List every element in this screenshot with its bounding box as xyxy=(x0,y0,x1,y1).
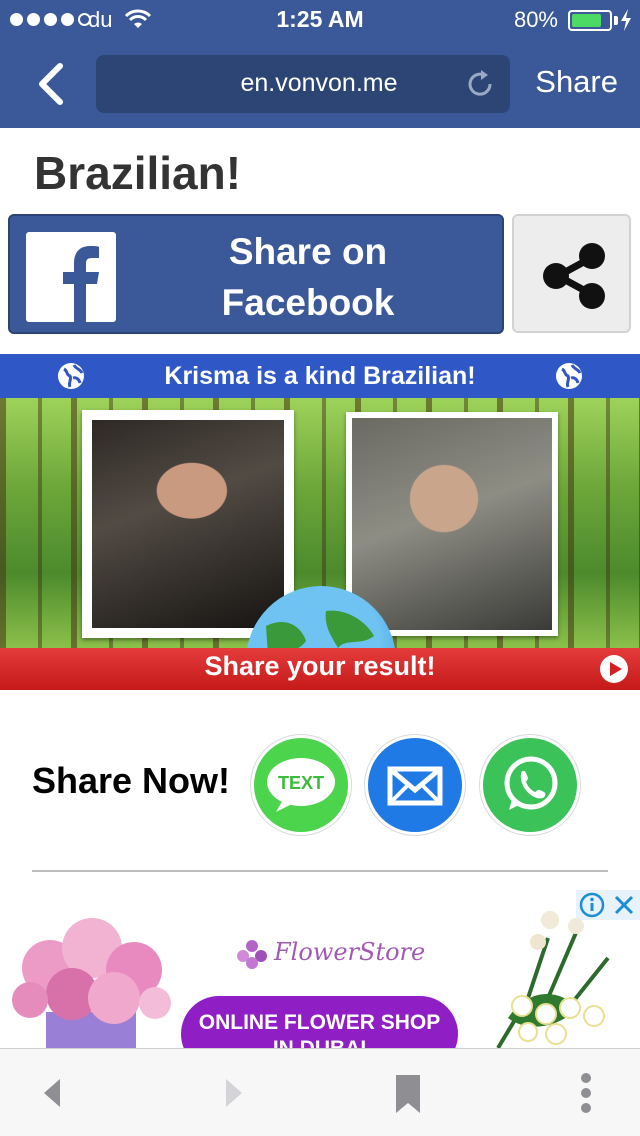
page-title: Brazilian! xyxy=(34,147,242,199)
ad-button-line2: IN DUBAI xyxy=(181,1036,458,1048)
banner-headline: Krisma is a kind Brazilian! xyxy=(164,362,476,390)
back-chevron-icon[interactable] xyxy=(32,62,72,106)
bookmark-icon[interactable] xyxy=(386,1071,430,1115)
share-now-label: Share Now! xyxy=(32,760,231,801)
share-icon-button[interactable] xyxy=(512,214,631,333)
whatsapp-button[interactable] xyxy=(480,735,580,835)
advertisement[interactable]: FlowerStore ONLINE FLOWER SHOP IN DUBAI xyxy=(0,888,640,1048)
share-result-label: Share your result! xyxy=(204,651,436,681)
facebook-button-label: Share on Facebook xyxy=(134,226,482,328)
share-button[interactable]: Share xyxy=(535,64,618,100)
forward-arrow-icon[interactable] xyxy=(210,1071,254,1115)
battery-percent: 80% xyxy=(513,7,558,32)
globe-icon xyxy=(556,363,582,389)
facebook-label-line1: Share on xyxy=(228,231,388,272)
white-flower-arrangement-image xyxy=(496,911,610,1048)
browser-toolbar xyxy=(0,1048,640,1136)
text-message-button[interactable]: TEXT xyxy=(251,735,351,835)
text-icon-label: TEXT xyxy=(278,773,324,793)
share-result-bar[interactable]: Share your result! xyxy=(0,648,640,690)
facebook-label-line2: Facebook xyxy=(221,282,395,323)
top-bar: du 1:25 AM 80% en.vonvon.me Share xyxy=(0,0,640,128)
more-icon[interactable] xyxy=(564,1071,608,1115)
pink-bouquet-image xyxy=(12,918,171,1048)
ad-button-line1: ONLINE FLOWER SHOP xyxy=(198,1011,441,1034)
result-banner[interactable]: Krisma is a kind Brazilian! Share your r… xyxy=(0,354,640,690)
play-icon[interactable] xyxy=(598,653,630,685)
facebook-logo-icon xyxy=(26,232,116,322)
flowerstore-logo: FlowerStore xyxy=(234,932,425,972)
battery-icon xyxy=(568,10,612,31)
email-button[interactable] xyxy=(365,735,465,835)
text-message-icon: TEXT xyxy=(267,758,335,812)
profile-photo-right xyxy=(346,412,558,636)
profile-photo-left xyxy=(82,410,294,638)
divider xyxy=(32,870,608,872)
share-on-facebook-button[interactable]: Share on Facebook xyxy=(8,214,504,334)
whatsapp-icon xyxy=(504,756,558,810)
banner-header: Krisma is a kind Brazilian! xyxy=(0,354,640,398)
charging-bolt-icon xyxy=(621,9,631,31)
back-arrow-icon[interactable] xyxy=(32,1071,76,1115)
reload-icon[interactable] xyxy=(464,68,496,100)
mail-icon xyxy=(387,766,443,806)
status-bar: du 1:25 AM 80% xyxy=(0,0,640,40)
flowerstore-brand: FlowerStore xyxy=(274,938,426,966)
online-flower-shop-button[interactable]: ONLINE FLOWER SHOP IN DUBAI xyxy=(181,996,458,1048)
share-icon xyxy=(543,243,605,309)
url-bar[interactable]: en.vonvon.me xyxy=(96,55,510,113)
